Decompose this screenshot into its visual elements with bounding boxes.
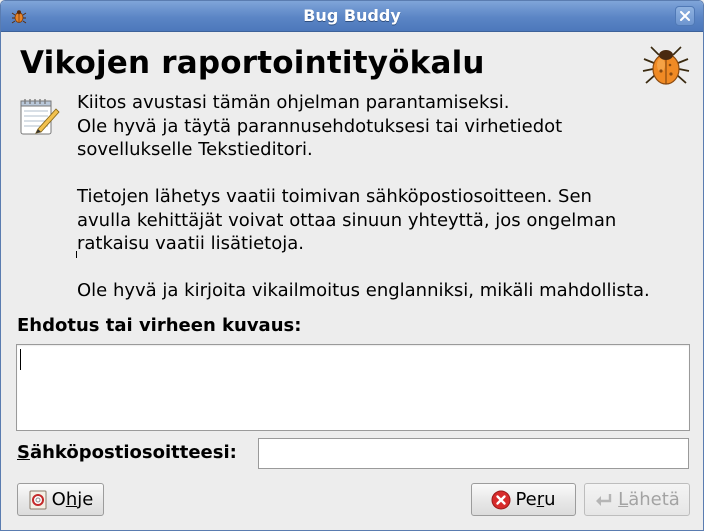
email-input[interactable] (258, 438, 689, 469)
send-button-label: Lähetä (618, 489, 680, 510)
intro-line: avulla kehittäjät voivat ottaa sinuun yh… (77, 209, 617, 231)
close-button[interactable] (675, 6, 695, 26)
bug-logo-icon (641, 41, 691, 87)
window-title: Bug Buddy (303, 6, 401, 25)
title-bar[interactable]: Bug Buddy (1, 1, 703, 32)
intro-line: ratkaisu vaatii lisätietoja. (77, 233, 304, 254)
email-label: Sähköpostiosoitteesi: (17, 442, 237, 463)
intro-line: Tietojen lähetys vaatii toimivan sähköpo… (77, 186, 592, 207)
email-label-text: ähköpostiosoitteesi: (29, 442, 237, 463)
help-icon (28, 490, 48, 510)
send-icon (594, 490, 614, 510)
page-heading: Vikojen raportointityökalu (20, 45, 485, 81)
intro-line: sovellukselle Tekstieditori. (77, 139, 313, 160)
cancel-button[interactable]: Peru (471, 483, 576, 516)
text-caret (76, 251, 77, 258)
close-icon (680, 11, 690, 21)
intro-line: Kiitos avustasi tämän ohjelman parantami… (77, 92, 510, 113)
text-caret (20, 349, 21, 370)
help-button-label: Ohje (51, 489, 94, 510)
cancel-button-label: Peru (515, 489, 556, 510)
intro-text: Kiitos avustasi tämän ohjelman parantami… (77, 91, 697, 303)
help-button[interactable]: Ohje (17, 483, 104, 516)
cancel-icon (491, 490, 511, 510)
mnemonic: S (17, 442, 30, 463)
description-label: Ehdotus tai virheen kuvaus: (17, 315, 302, 336)
notepad-icon (18, 97, 62, 137)
description-textarea[interactable] (16, 344, 690, 431)
intro-line: Ole hyvä ja täytä parannusehdotuksesi ta… (77, 115, 563, 137)
bug-buddy-window: Bug Buddy Vikojen raportointityökalu Kii… (0, 0, 704, 531)
intro-line: Ole hyvä ja kirjoita vikailmoitus englan… (77, 280, 650, 301)
send-button[interactable]: Lähetä (584, 483, 690, 516)
